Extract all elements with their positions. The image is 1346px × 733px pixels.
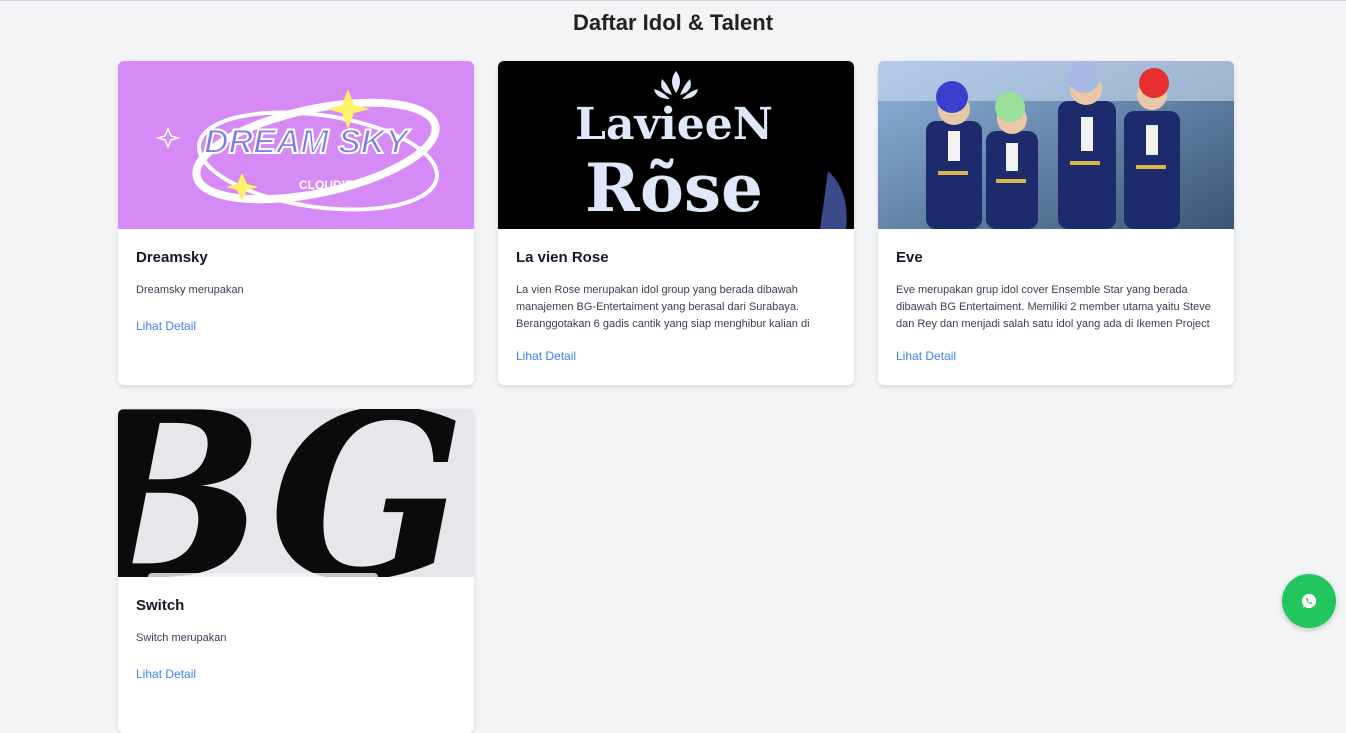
page-title: Daftar Idol & Talent xyxy=(572,10,774,35)
talent-card-eve: Eve Eve merupakan grup idol cover Ensemb… xyxy=(878,61,1234,385)
talent-grid: DREAM SKY CLOUDIE Dreamsky Dreamsky meru… xyxy=(118,61,1234,733)
card-title: Switch xyxy=(136,597,185,614)
card-body: Dreamsky Dreamsky merupakan Lihat Detail xyxy=(118,229,474,385)
card-description: Eve merupakan grup idol cover Ensemble S… xyxy=(896,284,1211,330)
detail-link-eve[interactable]: Lihat Detail xyxy=(896,349,956,363)
card-description: La vien Rose merupakan idol group yang b… xyxy=(516,284,810,330)
card-body: Switch Switch merupakan Lihat Detail xyxy=(118,577,474,733)
whatsapp-chat-button[interactable] xyxy=(1282,574,1336,628)
bg-logo-image: BG xyxy=(118,409,474,577)
detail-link-switch[interactable]: Lihat Detail xyxy=(136,667,196,681)
eve-group-photo xyxy=(878,61,1234,229)
talent-card-la-vien-rose: LavieeN Rõse La vien Rose La vien Rose m… xyxy=(498,61,854,385)
dreamsky-logo-text: DREAM SKY xyxy=(204,123,411,161)
la-vien-rose-logo-text: LavieeN xyxy=(575,99,773,150)
dreamsky-logo-subtext: CLOUDIE xyxy=(299,178,353,192)
la-vien-rose-logo-image: LavieeN Rõse xyxy=(498,61,854,229)
card-title: Eve xyxy=(896,249,923,266)
talent-card-dreamsky: DREAM SKY CLOUDIE Dreamsky Dreamsky meru… xyxy=(118,61,474,385)
bg-logo-text: BG xyxy=(118,409,466,577)
card-body: Eve Eve merupakan grup idol cover Ensemb… xyxy=(878,229,1234,385)
talent-card-switch: BG Switch Switch merupakan Lihat Detail xyxy=(118,409,474,733)
detail-link-la-vien-rose[interactable]: Lihat Detail xyxy=(516,349,576,363)
dreamsky-logo-image: DREAM SKY CLOUDIE xyxy=(118,61,474,229)
la-vien-rose-logo-subtext: Rõse xyxy=(585,149,763,227)
whatsapp-icon xyxy=(1301,593,1317,609)
card-title: La vien Rose xyxy=(516,249,609,266)
card-title: Dreamsky xyxy=(136,249,208,266)
detail-link-dreamsky[interactable]: Lihat Detail xyxy=(136,319,196,333)
card-description: Dreamsky merupakan xyxy=(136,284,244,296)
card-description: Switch merupakan xyxy=(136,632,227,644)
card-body: La vien Rose La vien Rose merupakan idol… xyxy=(498,229,854,385)
